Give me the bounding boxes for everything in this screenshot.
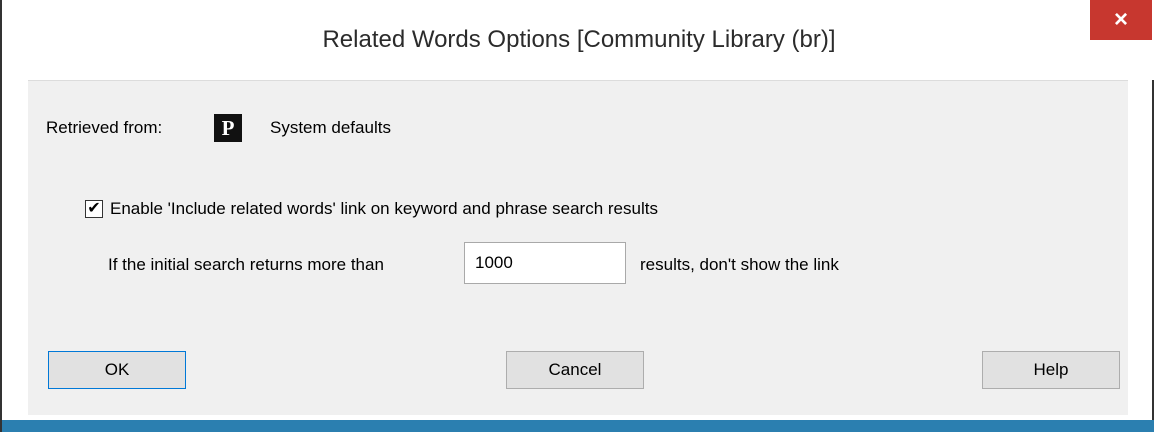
window-bottom-border (2, 420, 1154, 432)
ok-button[interactable]: OK (48, 351, 186, 389)
threshold-prefix-label: If the initial search returns more than (108, 255, 384, 274)
dialog-body: Retrieved from: P System defaults ✔ Enab… (28, 80, 1128, 415)
dialog-title: Related Words Options [Community Library… (322, 26, 836, 53)
close-icon: × (1113, 6, 1128, 33)
cancel-button[interactable]: Cancel (506, 351, 644, 389)
system-defaults-icon: P (214, 114, 242, 142)
threshold-input[interactable]: 1000 (464, 242, 626, 284)
title-bar: Related Words Options [Community Library… (4, 0, 1154, 80)
close-button[interactable]: × (1090, 0, 1152, 40)
threshold-suffix-label: results, don't show the link (640, 255, 839, 274)
threshold-value: 1000 (475, 253, 513, 272)
retrieved-source-text: System defaults (270, 118, 391, 137)
enable-related-words-label[interactable]: Enable 'Include related words' link on k… (110, 199, 658, 219)
retrieved-from-label: Retrieved from: (46, 118, 163, 137)
checkmark-icon: ✔ (87, 200, 101, 217)
enable-related-words-checkbox[interactable]: ✔ (85, 200, 103, 218)
help-button[interactable]: Help (982, 351, 1120, 389)
dialog-window: Related Words Options [Community Library… (0, 0, 1154, 432)
